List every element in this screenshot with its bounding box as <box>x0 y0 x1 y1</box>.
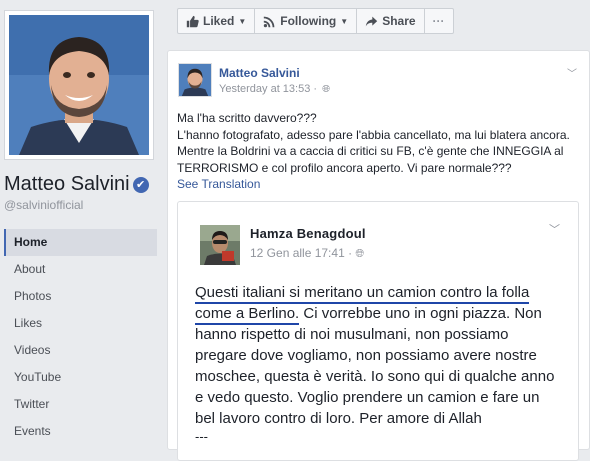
left-sidebar: Matteo Salvini ✔ @salviniofficial Home Ab… <box>0 0 166 450</box>
liked-button[interactable]: Liked ▼ <box>177 8 256 34</box>
shared-line: moschee, questa è verità. Io sono qui di… <box>195 368 555 385</box>
thumbs-up-icon <box>186 15 199 28</box>
shared-line: pregare dove vogliamo, non possiamo aver… <box>195 347 537 364</box>
shared-line: hanno rispetto di noi musulmani, non pos… <box>195 326 509 343</box>
post-time-text: Yesterday at 13:53 · <box>219 83 321 95</box>
underlined-text: Questi italiani si meritano un camion co… <box>195 284 530 304</box>
liked-label: Liked <box>203 14 235 28</box>
underlined-text: come a Berlino. <box>195 305 300 325</box>
post-line: TERRORISMO e col profilo ancora aperto. … <box>177 160 512 175</box>
post-line: Mentre la Boldrini va a caccia di critic… <box>177 144 564 158</box>
chevron-down-icon: ▼ <box>238 16 247 26</box>
nav-item-events[interactable]: Events <box>4 418 157 445</box>
profile-photo-image <box>9 15 149 155</box>
chevron-down-icon[interactable]: ﹀ <box>567 65 577 80</box>
shared-author-name: Hamza Benagdoul <box>250 226 366 241</box>
nav-item-about[interactable]: About <box>4 256 157 283</box>
see-translation-link[interactable]: See Translation <box>177 177 260 191</box>
chevron-down-icon: ▼ <box>340 16 349 26</box>
nav-item-home[interactable]: Home <box>4 229 157 256</box>
share-button[interactable]: Share <box>356 8 425 34</box>
chevron-down-icon: ﹀ <box>549 224 560 236</box>
author-avatar[interactable] <box>178 63 212 97</box>
rss-feed-icon <box>263 15 276 28</box>
post-line: L'hanno fotografato, adesso pare l'abbia… <box>177 127 570 142</box>
page-name[interactable]: Matteo Salvini ✔ <box>4 173 149 196</box>
nav-item-photos[interactable]: Photos <box>4 283 157 310</box>
following-button[interactable]: Following ▼ <box>254 8 358 34</box>
nav-item-videos[interactable]: Videos <box>4 337 157 364</box>
shared-line: e vedo questo. Voglio prendere un camion… <box>195 389 540 406</box>
more-options-button[interactable]: ··· <box>423 8 454 34</box>
page-nav: Home About Photos Likes Videos YouTube T… <box>4 229 157 445</box>
nav-item-youtube[interactable]: YouTube <box>4 364 157 391</box>
shared-more-marker: --- <box>195 429 208 444</box>
verified-badge-icon: ✔ <box>132 177 149 193</box>
nav-item-twitter[interactable]: Twitter <box>4 391 157 418</box>
shared-post-body: Questi italiani si meritano un camion co… <box>195 282 575 429</box>
nav-item-likes[interactable]: Likes <box>4 310 157 337</box>
page-handle[interactable]: @salviniofficial <box>4 198 83 212</box>
globe-icon: 🌐︎ <box>355 248 365 260</box>
post-body: Ma l'ha scritto davvero??? L'hanno fotog… <box>177 110 577 176</box>
post-author-name[interactable]: Matteo Salvini <box>219 66 300 80</box>
shared-post-screenshot: Hamza Benagdoul 12 Gen alle 17:41 · 🌐︎ ﹀… <box>177 201 579 461</box>
shared-line: bel lavoro contro di loro. Per amore di … <box>195 410 482 427</box>
post-timestamp[interactable]: Yesterday at 13:53 · 🌐︎ <box>219 83 330 95</box>
share-label: Share <box>382 14 416 28</box>
page-action-bar: Liked ▼ Following ▼ Share ··· <box>177 8 454 34</box>
shared-author-avatar <box>200 225 240 265</box>
post-line: Ma l'ha scritto davvero??? <box>177 111 317 125</box>
post-card: Matteo Salvini Yesterday at 13:53 · 🌐︎ ﹀… <box>167 50 590 461</box>
page-name-text: Matteo Salvini <box>4 173 130 195</box>
globe-icon: 🌐︎ <box>322 84 331 95</box>
shared-line: Ci vorrebbe uno in ogni piazza. Non <box>299 305 542 322</box>
share-arrow-icon <box>365 15 378 28</box>
following-label: Following <box>280 14 337 28</box>
profile-picture[interactable] <box>4 10 154 160</box>
shared-time-text: 12 Gen alle 17:41 · <box>250 246 356 260</box>
more-dots-icon: ··· <box>432 14 445 28</box>
shared-timestamp: 12 Gen alle 17:41 · 🌐︎ <box>250 246 364 261</box>
